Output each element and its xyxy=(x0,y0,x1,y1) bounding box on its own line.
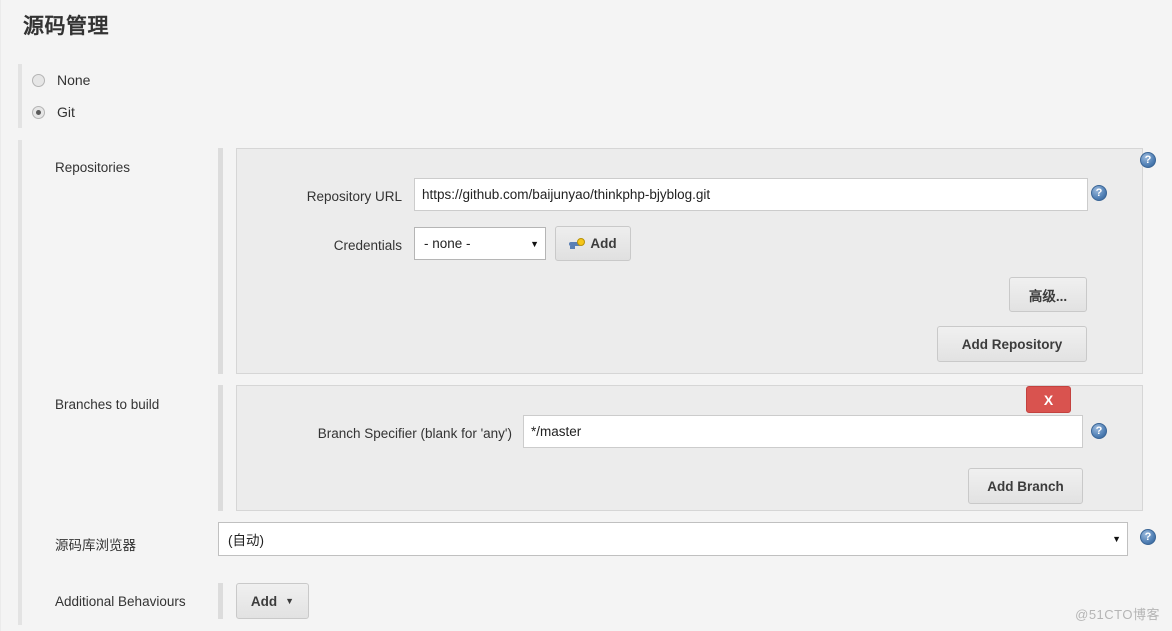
additional-behaviours-label: Additional Behaviours xyxy=(55,594,186,609)
key-icon xyxy=(569,238,586,250)
branches-panel: Branch Specifier (blank for 'any') Add B… xyxy=(236,385,1143,511)
chevron-down-icon: ▼ xyxy=(530,239,539,249)
credentials-label: Credentials xyxy=(272,238,402,253)
add-repository-button[interactable]: Add Repository xyxy=(937,326,1087,362)
scm-option-git[interactable]: Git xyxy=(32,96,1158,128)
chevron-down-icon: ▼ xyxy=(285,596,294,606)
page-left-edge xyxy=(0,0,1,631)
scm-option-git-label: Git xyxy=(57,104,75,120)
repository-url-input[interactable] xyxy=(414,178,1088,211)
additional-behaviours-add-label: Add xyxy=(251,594,277,609)
scm-configuration-page: 源码管理 None Git Repositories Repository UR… xyxy=(0,0,1172,631)
repositories-section-help-icon[interactable]: ? xyxy=(1140,152,1156,168)
chevron-down-icon: ▼ xyxy=(1112,534,1121,544)
radio-icon-git[interactable] xyxy=(32,106,45,119)
branch-specifier-label: Branch Specifier (blank for 'any') xyxy=(272,426,512,441)
scm-radio-group: None Git xyxy=(18,64,1158,128)
watermark: @51CTO博客 xyxy=(1075,604,1160,623)
repository-browser-select[interactable]: (自动) ▼ xyxy=(218,522,1128,556)
add-credentials-button[interactable]: Add xyxy=(555,226,631,261)
repository-url-help-icon[interactable]: ? xyxy=(1091,185,1107,201)
repositories-panel: Repository URL Credentials - none - ▼ Ad… xyxy=(236,148,1143,374)
add-branch-button[interactable]: Add Branch xyxy=(968,468,1083,504)
additional-behaviours-block: Add ▼ xyxy=(218,583,318,619)
add-credentials-label: Add xyxy=(590,236,616,251)
credentials-select[interactable]: - none - ▼ xyxy=(414,227,546,260)
branches-block: Branch Specifier (blank for 'any') Add B… xyxy=(218,385,1138,511)
branch-specifier-input[interactable] xyxy=(523,415,1083,448)
repository-url-label: Repository URL xyxy=(272,189,402,204)
scm-option-none-label: None xyxy=(57,72,90,88)
credentials-selected-value: - none - xyxy=(424,236,524,251)
scm-option-none[interactable]: None xyxy=(32,64,1158,96)
branch-specifier-help-icon[interactable]: ? xyxy=(1091,423,1107,439)
advanced-button[interactable]: 高级... xyxy=(1009,277,1087,312)
git-configuration-section: Repositories Repository URL Credentials … xyxy=(18,140,1158,625)
repository-browser-help-icon[interactable]: ? xyxy=(1140,529,1156,545)
additional-behaviours-add-button[interactable]: Add ▼ xyxy=(236,583,309,619)
repositories-block: Repository URL Credentials - none - ▼ Ad… xyxy=(218,148,1138,374)
repository-browser-selected-value: (自动) xyxy=(228,529,1106,549)
branches-to-build-label: Branches to build xyxy=(55,397,159,412)
page-title: 源码管理 xyxy=(23,10,109,40)
repository-browser-label: 源码库浏览器 xyxy=(55,534,136,554)
radio-icon-none[interactable] xyxy=(32,74,45,87)
delete-branch-button[interactable]: X xyxy=(1026,386,1071,413)
repositories-label: Repositories xyxy=(55,160,130,175)
